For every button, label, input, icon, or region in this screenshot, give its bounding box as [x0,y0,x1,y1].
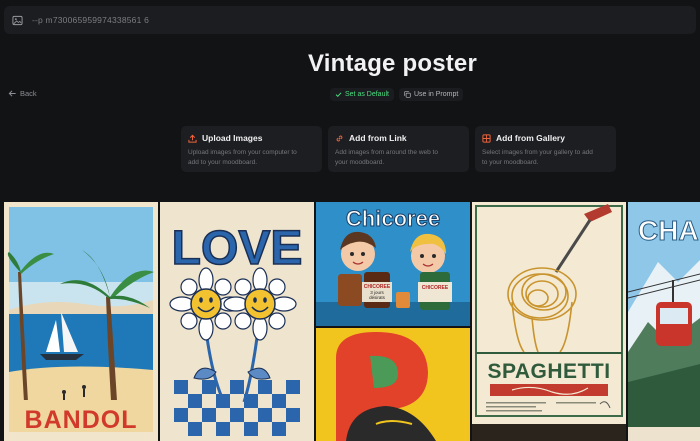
love-poster[interactable]: LOVE [160,202,314,441]
jar1-sub2: désirats [369,295,386,300]
set-default-button[interactable]: Set as Default [330,88,394,101]
back-label: Back [20,89,37,98]
prompt-text: --p m730065959974338561 6 [32,15,150,25]
abstract-poster[interactable] [316,328,470,441]
check-icon [335,92,342,98]
prompt-bar[interactable]: --p m730065959974338561 6 [4,6,696,34]
gallery-icon [482,133,491,143]
spaghetti-poster[interactable]: SPAGHETTI [472,202,626,441]
page-title: Vintage poster [307,50,478,77]
add-cards: Upload Images Upload images from your co… [181,126,616,172]
link-icon [336,135,343,141]
upload-images-title: Upload Images [202,133,263,143]
chicoree-text: Chicoree [346,206,440,231]
use-in-prompt-button[interactable]: Use in Prompt [398,88,464,101]
use-in-prompt-label: Use in Prompt [413,91,459,98]
back-button[interactable]: Back [8,89,37,98]
add-from-gallery-title: Add from Gallery [496,133,565,143]
add-from-gallery-desc-2: to your moodboard. [482,159,539,166]
image-icon [12,15,23,25]
upload-images-desc-1: Upload images from your computer to [188,149,297,156]
cham-poster[interactable]: CHAM [628,202,700,441]
chicoree-poster[interactable]: Chicoree CHICOREE 3 jours désirats CHICO… [316,202,470,326]
set-default-label: Set as Default [345,91,389,98]
cham-text: CHAM [638,215,700,246]
arrow-left-icon [8,90,16,97]
upload-images-card[interactable]: Upload Images Upload images from your co… [181,126,322,172]
add-from-link-title: Add from Link [349,133,407,143]
bandol-text: BANDOL [25,406,138,434]
add-from-gallery-desc-1: Select images from your gallery to add [482,149,593,156]
jar2-label: CHICOREE [422,285,449,291]
moodboard-actions: Set as Default Use in Prompt [330,88,464,101]
add-from-link-desc-1: Add images from around the web to [335,149,438,156]
add-from-link-card[interactable]: Add from Link Add images from around the… [328,126,469,172]
copy-icon [404,91,411,98]
bandol-poster[interactable]: BANDOL [4,202,158,441]
add-from-link-desc-2: your moodboard. [335,159,385,166]
moodboard-grid: BANDOL LOVE Chicoree CHICOREE 3 jours dé… [4,202,700,441]
love-text: LOVE [172,222,303,275]
add-from-gallery-card[interactable]: Add from Gallery Select images from your… [475,126,616,172]
upload-icon [188,134,197,143]
spaghetti-text: SPAGHETTI [487,360,610,383]
upload-images-desc-2: add to your moodboard. [188,159,258,166]
